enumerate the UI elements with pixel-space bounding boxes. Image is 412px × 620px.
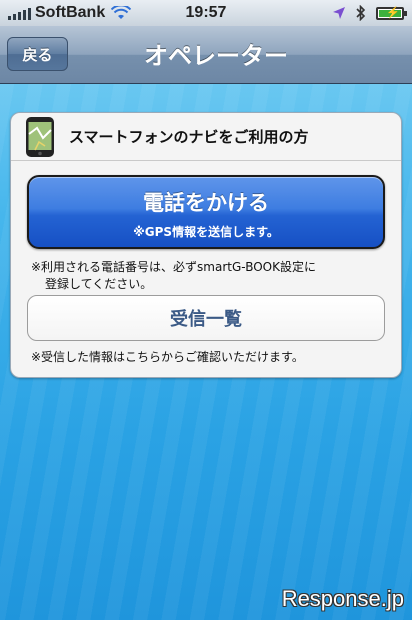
bluetooth-icon bbox=[356, 5, 366, 21]
navigation-bar: 戻る オペレーター bbox=[0, 26, 412, 84]
signal-bars-icon bbox=[8, 6, 31, 20]
watermark: Response.jp bbox=[281, 586, 404, 611]
battery-charging-icon: ⚡ bbox=[376, 6, 407, 20]
carrier-name: SoftBank bbox=[35, 4, 106, 21]
status-bar: SoftBank 19:57 ⚡ bbox=[0, 0, 412, 26]
call-button-sublabel: ※GPS情報を送信します。 bbox=[133, 225, 279, 239]
back-button[interactable]: 戻る bbox=[7, 37, 68, 71]
phone-number-note: ※利用される電話番号は、必ずsmartG-BOOK設定に 登録してください。 bbox=[31, 259, 381, 293]
received-list-button[interactable]: 受信一覧 bbox=[27, 295, 385, 341]
card-header: スマートフォンのナビをご利用の方 bbox=[11, 113, 401, 161]
page-title: オペレーター bbox=[144, 42, 288, 70]
operator-card: スマートフォンのナビをご利用の方 電話をかける ※GPS情報を送信します。 ※利… bbox=[10, 112, 402, 378]
phone-number-note-line2: 登録してください。 bbox=[45, 277, 153, 291]
phone-number-note-line1: ※利用される電話番号は、必ずsmartG-BOOK設定に bbox=[31, 260, 316, 274]
location-arrow-icon bbox=[333, 7, 345, 19]
call-button-label: 電話をかける bbox=[143, 191, 269, 215]
smartphone-map-icon bbox=[26, 116, 54, 157]
received-info-note: ※受信した情報はこちらからご確認いただけます。 bbox=[31, 350, 304, 364]
card-header-title: スマートフォンのナビをご利用の方 bbox=[69, 128, 309, 146]
wifi-icon bbox=[111, 6, 132, 19]
call-button[interactable]: 電話をかける ※GPS情報を送信します。 bbox=[27, 175, 385, 249]
